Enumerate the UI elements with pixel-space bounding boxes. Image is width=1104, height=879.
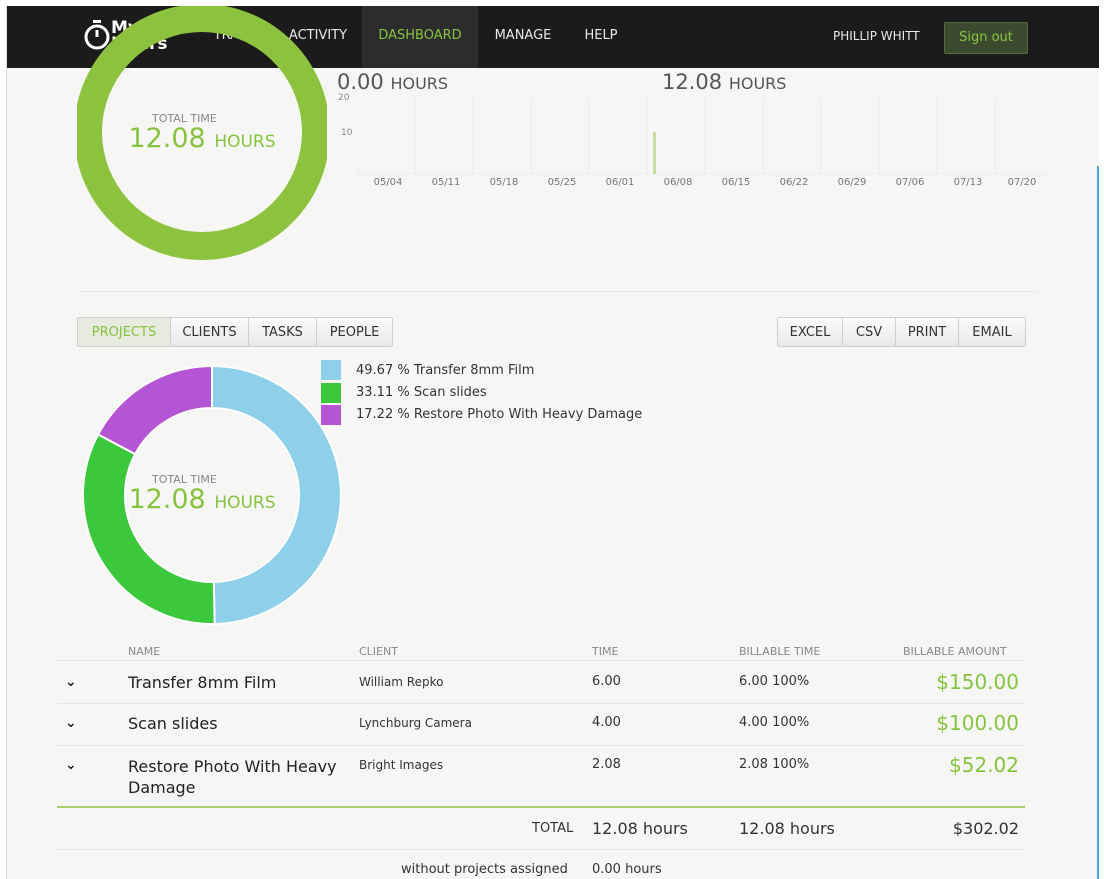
time-value: 4.00 [592,715,621,730]
legend-item: 49.67 % Transfer 8mm Film [356,363,535,378]
x-tick: 05/11 [431,177,461,188]
y-tick-20: 20 [338,93,350,103]
x-tick: 05/18 [489,177,519,188]
legend-item: 17.22 % Restore Photo With Heavy Damage [356,407,643,422]
pie-slice-scan-slides[interactable] [82,433,216,625]
x-tick: 05/04 [373,177,403,188]
row-divider [57,703,1025,704]
col-header-billable-time[interactable]: BILLABLE TIME [739,645,820,658]
project-name[interactable]: Scan slides [128,714,218,733]
chevron-down-icon[interactable]: ⌄ [65,757,77,773]
client-name: Bright Images [359,758,444,772]
x-tick: 06/22 [779,177,809,188]
chart-gridlines [357,98,1047,175]
project-donut-label: TOTAL TIME 12.08 HOURS [112,473,292,517]
nav-manage[interactable]: MANAGE [485,6,561,68]
row-divider [57,849,1025,850]
col-header-name[interactable]: NAME [128,645,160,658]
x-tick: 07/20 [1007,177,1037,188]
project-name[interactable]: Transfer 8mm Film [128,673,276,692]
col-header-client[interactable]: CLIENT [359,645,398,658]
billable-amount: $100.00 [936,711,1019,735]
total-time: 12.08 hours [592,819,688,838]
x-tick: 06/01 [605,177,635,188]
nav-help[interactable]: HELP [573,6,629,68]
tab-tasks[interactable]: TASKS [248,317,317,347]
print-button[interactable]: PRINT [895,317,959,347]
legend-swatch [321,383,341,403]
tab-projects[interactable]: PROJECTS [77,317,171,347]
x-tick: 06/08 [663,177,693,188]
total-billable-time: 12.08 hours [739,819,835,838]
chevron-down-icon[interactable]: ⌄ [65,715,77,731]
x-tick: 06/29 [837,177,867,188]
daily-hours-bar-chart [357,98,1047,175]
col-header-time[interactable]: TIME [592,645,618,658]
sign-out-button[interactable]: Sign out [944,22,1028,54]
x-tick: 07/13 [953,177,983,188]
billable-amount: $52.02 [949,753,1019,777]
client-name: Lynchburg Camera [359,716,472,730]
billable-time-value: 4.00 100% [739,715,810,730]
row-divider [57,660,1025,661]
client-name: William Repko [359,675,444,689]
legend-swatch [321,405,341,425]
export-csv-button[interactable]: CSV [842,317,896,347]
project-name[interactable]: Restore Photo With Heavy Damage [128,756,337,798]
email-button[interactable]: EMAIL [958,317,1026,347]
tab-clients[interactable]: CLIENTS [170,317,249,347]
legend-swatch [321,360,341,380]
tab-people[interactable]: PEOPLE [316,317,393,347]
time-value: 2.08 [592,757,621,772]
y-tick-10: 10 [341,128,353,138]
scrollbar[interactable] [1097,166,1099,879]
summary-left-value: 0.00 HOURS [337,70,449,94]
summary-right-value: 12.08 HOURS [662,70,787,94]
nav-dashboard[interactable]: DASHBOARD [362,6,478,68]
export-excel-button[interactable]: EXCEL [777,317,843,347]
user-name[interactable]: PHILLIP WHITT [833,6,920,68]
time-value: 6.00 [592,674,621,689]
billable-time-value: 6.00 100% [739,674,810,689]
daily-hours-bar [653,132,656,174]
chevron-down-icon[interactable]: ⌄ [65,674,77,690]
col-header-billable-amount[interactable]: BILLABLE AMOUNT [903,645,1007,658]
x-tick: 07/06 [895,177,925,188]
top-donut-label: TOTAL TIME 12.08 HOURS [112,112,292,156]
x-tick: 06/15 [721,177,751,188]
section-divider [77,291,1037,292]
billable-time-value: 2.08 100% [739,757,810,772]
total-label: TOTAL [532,821,574,836]
x-tick: 05/25 [547,177,577,188]
unassigned-time: 0.00 hours [592,862,662,877]
app-frame: My Hours TRACK ACTIVITY DASHBOARD MANAGE… [6,6,1099,879]
top-donut-value: 12.08 HOURS [128,123,276,154]
billable-amount: $150.00 [936,670,1019,694]
unassigned-label: without projects assigned [401,862,568,877]
row-divider [57,745,1025,746]
project-donut-value: 12.08 HOURS [128,484,276,515]
legend-item: 33.11 % Scan slides [356,385,487,400]
pie-slice-restore-photo-with-heavy-damage[interactable] [96,364,213,456]
total-amount: $302.02 [952,819,1019,838]
total-divider [57,806,1025,808]
